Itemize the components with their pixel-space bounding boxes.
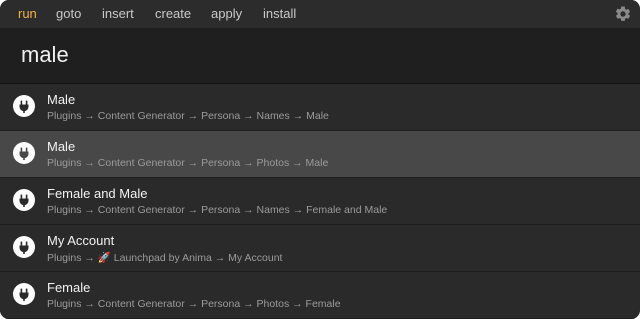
tab-goto[interactable]: goto (56, 6, 81, 21)
tab-bar: run goto insert create apply install (0, 0, 640, 28)
result-path: Plugins → Content Generator → Persona → … (47, 157, 329, 169)
plugin-icon (13, 283, 35, 305)
result-item[interactable]: Male Plugins → Content Generator → Perso… (0, 84, 640, 131)
search-area (0, 28, 640, 84)
result-path: Plugins → Content Generator → Persona → … (47, 204, 388, 216)
tab-run[interactable]: run (18, 6, 37, 21)
result-title: Male (47, 139, 76, 154)
result-title: My Account (47, 233, 115, 248)
plugin-icon (13, 142, 35, 164)
result-title: Female and Male (47, 186, 148, 201)
search-input[interactable] (21, 39, 601, 71)
result-item-selected[interactable]: Male Plugins → Content Generator → Perso… (0, 131, 640, 178)
command-palette-window: run goto insert create apply install Mal… (0, 0, 640, 319)
result-path: Plugins → Content Generator → Persona → … (47, 298, 341, 310)
tab-apply[interactable]: apply (211, 6, 242, 21)
result-item[interactable]: My Account Plugins → 🚀 Launchpad by Anim… (0, 225, 640, 272)
plugin-icon (13, 95, 35, 117)
plugin-icon (13, 189, 35, 211)
gear-icon[interactable] (614, 5, 632, 23)
tab-create[interactable]: create (155, 6, 191, 21)
tab-install[interactable]: install (263, 6, 296, 21)
result-title: Female (47, 280, 91, 295)
result-item[interactable]: Female and Male Plugins → Content Genera… (0, 178, 640, 225)
result-item[interactable]: Female Plugins → Content Generator → Per… (0, 272, 640, 319)
result-path: Plugins → Content Generator → Persona → … (47, 110, 329, 122)
plugin-icon (13, 236, 35, 258)
result-title: Male (47, 92, 76, 107)
result-path: Plugins → 🚀 Launchpad by Anima → My Acco… (47, 252, 283, 264)
tab-insert[interactable]: insert (102, 6, 134, 21)
